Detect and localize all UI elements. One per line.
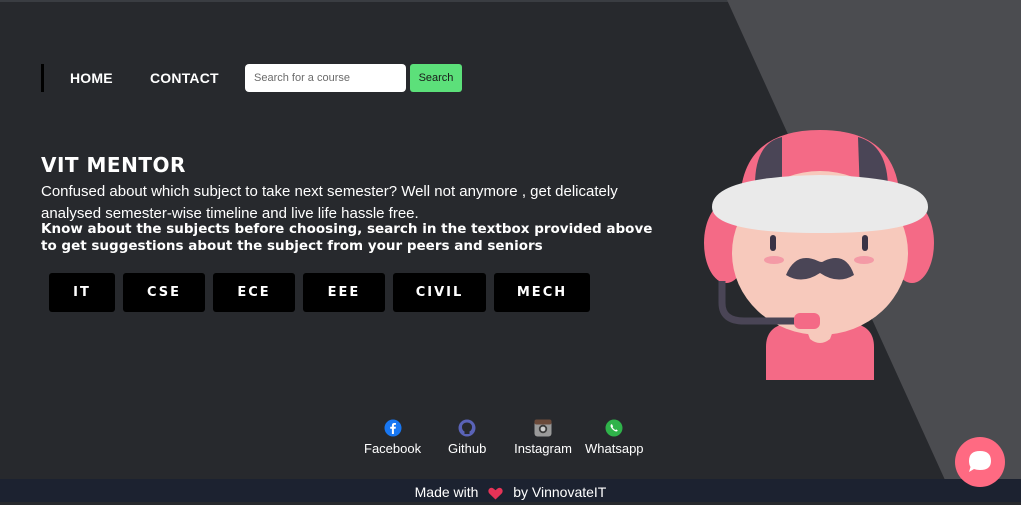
heart-icon — [488, 487, 503, 500]
page-title: VIT MENTOR — [41, 153, 186, 177]
github-icon — [458, 419, 476, 437]
social-label-facebook: Facebook — [364, 441, 422, 456]
subject-button-ece[interactable]: ECE — [213, 273, 295, 312]
whatsapp-icon — [605, 419, 623, 437]
subject-button-it[interactable]: IT — [49, 273, 115, 312]
facebook-icon — [384, 419, 401, 437]
hero-instructions: Know about the subjects before choosing,… — [41, 221, 653, 254]
social-link-github[interactable]: Github — [448, 419, 486, 456]
social-label-github: Github — [448, 441, 487, 456]
subject-button-civil[interactable]: CIVIL — [393, 273, 486, 312]
course-search-input[interactable] — [245, 64, 406, 92]
subject-button-cse[interactable]: CSE — [123, 273, 205, 312]
subject-button-eee[interactable]: EEE — [303, 273, 385, 312]
mentor-mascot-illustration — [704, 130, 934, 380]
instagram-icon — [534, 419, 552, 437]
chat-bubble-icon — [969, 451, 991, 472]
footer-bar: Made with by VinnovateIT — [0, 479, 1021, 502]
social-label-whatsapp: Whatsapp — [585, 441, 644, 456]
search-button[interactable]: Search — [410, 64, 462, 92]
social-link-whatsapp[interactable]: Whatsapp — [585, 419, 644, 456]
social-label-instagram: Instagram — [514, 441, 572, 456]
hero-description: Confused about which subject to take nex… — [41, 183, 618, 222]
footer-made-with: Made with — [414, 484, 479, 500]
subject-button-mech[interactable]: MECH — [494, 273, 590, 312]
social-link-facebook[interactable]: Facebook — [364, 419, 421, 456]
nav-home-link[interactable]: HOME — [70, 70, 113, 86]
top-strip — [0, 0, 1021, 2]
footer-author: by VinnovateIT — [513, 484, 607, 500]
nav-contact-link[interactable]: CONTACT — [150, 70, 219, 86]
social-link-instagram[interactable]: Instagram — [514, 419, 572, 456]
subject-button-group: IT CSE ECE EEE CIVIL MECH — [49, 273, 590, 312]
nav-accent-bar — [41, 64, 44, 92]
chat-button[interactable] — [955, 437, 1005, 487]
